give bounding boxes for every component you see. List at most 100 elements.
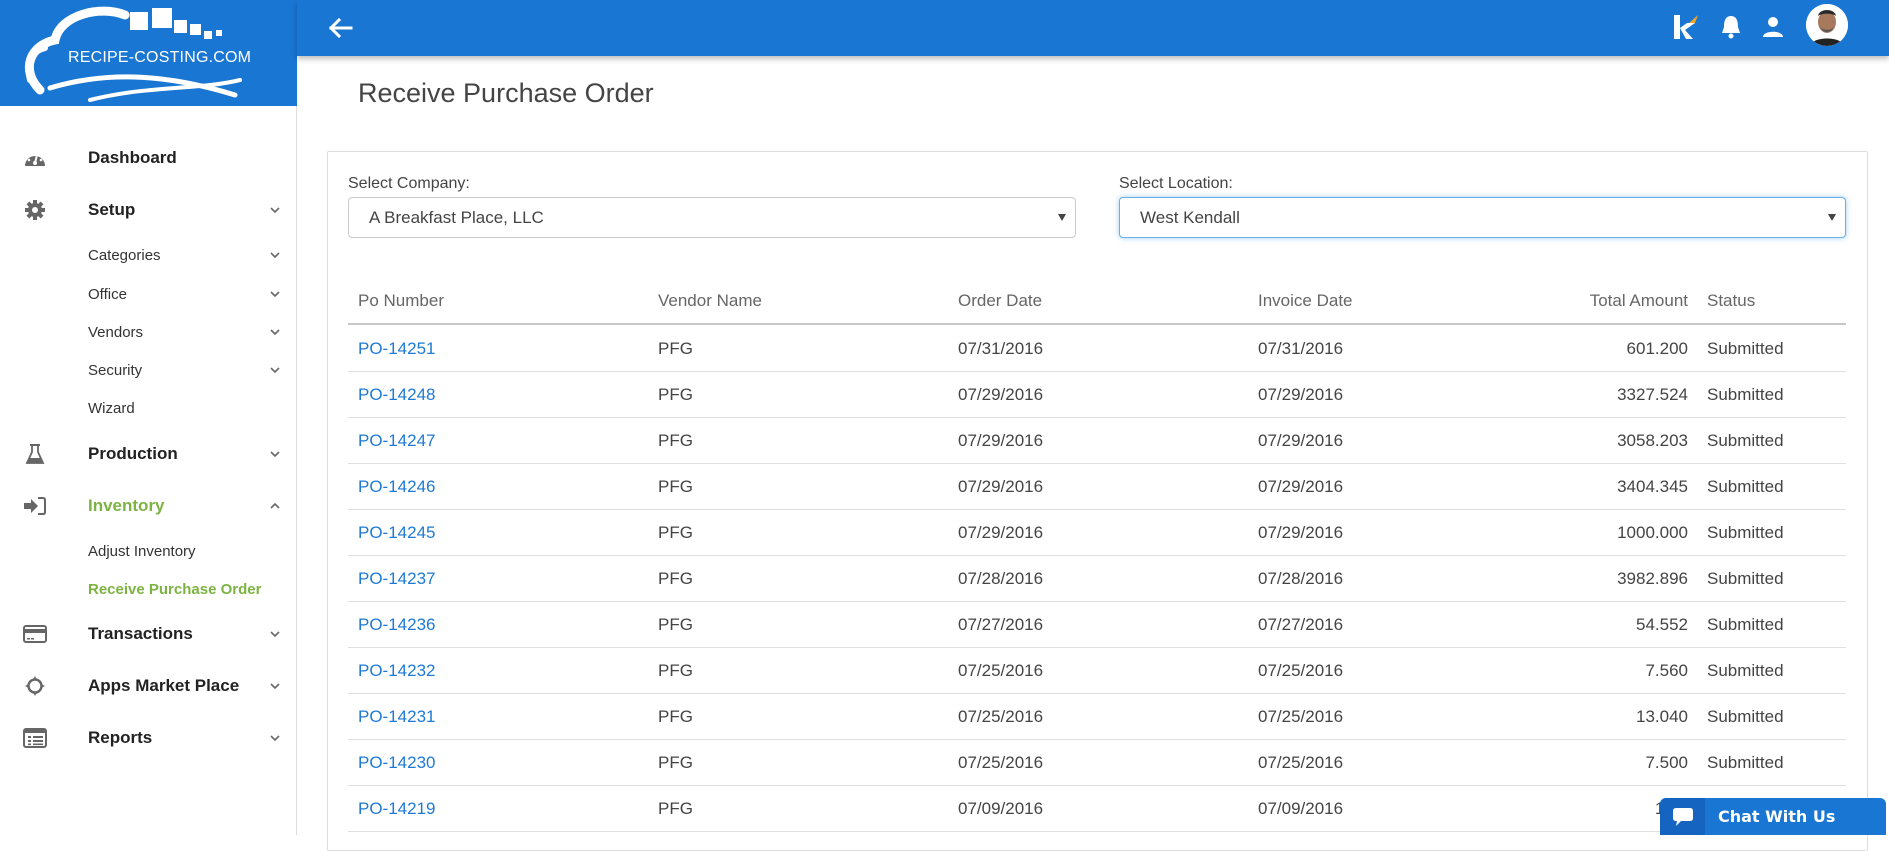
column-header-invoice-date[interactable]: Invoice Date (1258, 291, 1353, 311)
invoice-date: 07/29/2016 (1258, 431, 1344, 450)
total-amount: 54.552 (1636, 615, 1688, 634)
invoice-date: 07/25/2016 (1258, 707, 1344, 726)
chevron-down-icon (270, 367, 280, 374)
column-header-order-date[interactable]: Order Date (958, 291, 1042, 311)
order-date: 07/25/2016 (958, 661, 1044, 680)
total-amount: 7.560 (1645, 661, 1688, 680)
total-amount: 3404.345 (1617, 477, 1688, 496)
sidebar-item-setup[interactable]: Setup (0, 190, 297, 230)
sidebar-item-label: Apps Market Place (88, 676, 240, 695)
gear-icon (22, 199, 48, 221)
sidebar-item-reports[interactable]: Reports (0, 718, 297, 758)
table-row[interactable]: PO-14251 PFG 07/31/2016 07/31/2016 601.200 Su… (348, 326, 1846, 372)
back-arrow-icon[interactable] (325, 14, 355, 42)
chevron-down-icon (270, 252, 280, 259)
table-row[interactable]: PO-14231 PFG 07/25/2016 07/25/2016 13.040 Sub… (348, 694, 1846, 740)
sidebar-item-security[interactable]: Security (0, 350, 297, 390)
table-row[interactable]: PO-14246 PFG 07/29/2016 07/29/2016 3404.345 S… (348, 464, 1846, 510)
company-select[interactable]: A Breakfast Place, LLC (348, 197, 1076, 238)
logo[interactable]: RECIPE-COSTING.COM (0, 0, 297, 106)
company-select-value: A Breakfast Place, LLC (369, 207, 544, 227)
sidebar-item-inventory[interactable]: Inventory (0, 486, 297, 526)
chevron-up-icon (270, 502, 280, 509)
sidebar-item-label: Adjust Inventory (88, 542, 196, 560)
invoice-date: 07/25/2016 (1258, 753, 1344, 772)
avatar[interactable] (1806, 4, 1848, 46)
chevron-down-icon (270, 329, 280, 336)
sidebar-item-label: Vendors (88, 323, 144, 341)
sidebar-item-dashboard[interactable]: Dashboard (0, 138, 297, 178)
top-bar (297, 0, 1889, 56)
status: Submitted (1707, 477, 1784, 496)
invoice-date: 07/29/2016 (1258, 477, 1344, 496)
avatar-photo (1806, 4, 1848, 46)
location-select-value: West Kendall (1140, 207, 1240, 227)
sidebar-item-wizard[interactable]: Wizard (0, 388, 297, 428)
sidebar-item-apps-market-place[interactable]: Apps Market Place (0, 666, 297, 706)
column-header-po-number[interactable]: Po Number (358, 291, 444, 311)
location-select[interactable]: West Kendall (1119, 197, 1846, 238)
total-amount: 3327.524 (1617, 385, 1688, 404)
sidebar-item-label: Reports (88, 728, 153, 747)
status: Submitted (1707, 431, 1784, 450)
sidebar-item-receive-purchase-order[interactable]: Receive Purchase Order (0, 569, 297, 609)
order-date: 07/27/2016 (958, 615, 1044, 634)
list-alt-icon (22, 727, 48, 749)
sidebar-item-production[interactable]: Production (0, 434, 297, 474)
po-number-link[interactable]: PO-14247 (358, 431, 436, 451)
invoice-date: 07/29/2016 (1258, 523, 1344, 542)
bell-icon[interactable] (1720, 14, 1742, 40)
user-icon[interactable] (1762, 16, 1784, 38)
status: Submitted (1707, 339, 1784, 358)
po-number-link[interactable]: PO-14245 (358, 523, 436, 543)
sidebar-item-label: Inventory (88, 496, 165, 515)
location-label: Select Location: (1119, 175, 1233, 192)
po-number-link[interactable]: PO-14246 (358, 477, 436, 497)
table-row[interactable]: PO-14232 PFG 07/25/2016 07/25/2016 7.560 Subm… (348, 648, 1846, 694)
po-number-link[interactable]: PO-14236 (358, 615, 436, 635)
table-row[interactable]: PO-14247 PFG 07/29/2016 07/29/2016 3058.203 S… (348, 418, 1846, 464)
status: Submitted (1707, 569, 1784, 588)
chevron-down-icon (270, 735, 280, 742)
chat-with-us-button[interactable]: Chat With Us (1660, 798, 1886, 835)
chevron-down-icon (270, 451, 280, 458)
column-header-vendor-name[interactable]: Vendor Name (658, 291, 762, 311)
total-amount: 3982.896 (1617, 569, 1688, 588)
sidebar-item-office[interactable]: Office (0, 274, 297, 314)
order-date: 07/29/2016 (958, 477, 1044, 496)
k-logo-icon[interactable] (1673, 15, 1699, 39)
table-row[interactable]: PO-14230 PFG 07/25/2016 07/25/2016 7.500 Subm… (348, 740, 1846, 786)
dropdown-caret-icon (1058, 214, 1066, 221)
total-amount: 1000.000 (1617, 523, 1688, 542)
sidebar-item-label: Transactions (88, 624, 193, 643)
po-number-link[interactable]: PO-14251 (358, 339, 436, 359)
status: Submitted (1707, 523, 1784, 542)
table-row[interactable]: PO-14219PFG07/09/201607/09/2016168. (348, 786, 1846, 832)
chat-bubble-icon (1660, 798, 1705, 835)
sidebar-item-transactions[interactable]: Transactions (0, 614, 297, 654)
po-number-link[interactable]: PO-14219 (358, 799, 436, 819)
sidebar-item-adjust-inventory[interactable]: Adjust Inventory (0, 531, 297, 571)
vendor-name: PFG (658, 753, 693, 772)
sidebar-item-label: Production (88, 444, 178, 463)
order-date: 07/09/2016 (958, 799, 1044, 818)
table-row[interactable]: PO-14236 PFG 07/27/2016 07/27/2016 54.552 Sub… (348, 602, 1846, 648)
vendor-name: PFG (658, 707, 693, 726)
po-number-link[interactable]: PO-14230 (358, 753, 436, 773)
po-number-link[interactable]: PO-14237 (358, 569, 436, 589)
column-header-status[interactable]: Status (1707, 291, 1755, 311)
po-number-link[interactable]: PO-14231 (358, 707, 436, 727)
sidebar-item-vendors[interactable]: Vendors (0, 312, 297, 352)
sidebar-item-label: Dashboard (88, 148, 177, 167)
table-row[interactable]: PO-14248 PFG 07/29/2016 07/29/2016 3327.524 S… (348, 372, 1846, 418)
po-number-link[interactable]: PO-14232 (358, 661, 436, 681)
column-header-total-amount[interactable]: Total Amount (1508, 291, 1688, 311)
sidebar-item-categories[interactable]: Categories (0, 235, 297, 275)
vendor-name: PFG (658, 799, 693, 818)
table-row[interactable]: PO-14245 PFG 07/29/2016 07/29/2016 1000.000 S… (348, 510, 1846, 556)
po-number-link[interactable]: PO-14248 (358, 385, 436, 405)
dashboard-gauge-icon (22, 147, 48, 169)
table-row[interactable]: PO-14237 PFG 07/28/2016 07/28/2016 3982.896 S… (348, 556, 1846, 602)
status: Submitted (1707, 385, 1784, 404)
dropdown-caret-icon (1828, 214, 1836, 221)
